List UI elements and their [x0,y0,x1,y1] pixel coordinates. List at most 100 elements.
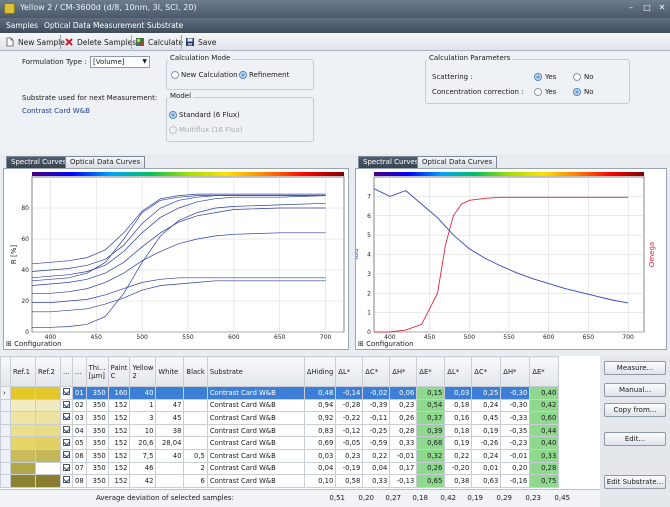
table-row[interactable]: 07 350 152 46 2 Contrast Card W&B 0,04 -0,19 0,0… [0,461,560,476]
delta-hiding-cell: 0,04 [303,461,337,476]
measure-button[interactable]: Measure... [604,361,666,375]
row-indicator[interactable] [0,398,11,413]
row-indicator[interactable] [0,448,11,463]
y-tick-label: 60 [21,236,29,243]
column-header-black[interactable]: Black [183,356,208,387]
spectrum-bar [374,172,644,176]
avg-delta-c-2: 0,29 [496,494,512,502]
save-button[interactable]: Save [183,35,218,49]
ref2-swatch [35,461,61,476]
formulation-type-select[interactable]: [Volume] ▼ [90,56,150,68]
column-header-delta-h-2[interactable]: ΔH* [500,356,531,387]
close-button[interactable]: ✕ [655,2,669,15]
concentration-no-radio[interactable] [573,88,581,96]
delete-samples-label: Delete Samples [77,37,137,47]
row-indicator[interactable] [0,423,11,438]
new-sample-button[interactable]: New Sample [3,35,67,49]
configuration-toggle-left[interactable]: ⊞ Configuration [6,340,62,348]
column-header-id[interactable]: ... [72,356,87,387]
x-tick-label: 600 [228,334,240,339]
reflectance-chart: 400450500550600650700020406080nmR [%] [10,172,345,339]
tab-spectral-curves-right[interactable]: Spectral Curves [358,156,424,168]
column-header-delta-hiding[interactable]: ΔHiding [303,356,337,387]
row-indicator[interactable] [0,474,11,488]
menu-measurement-substrate[interactable]: Measurement Substrate [93,21,183,30]
column-header-delta-e-1[interactable]: ΔE* [416,356,446,387]
row-indicator[interactable]: › [0,386,11,400]
scattering-yes-radio[interactable] [534,73,542,81]
table-row[interactable]: 05 350 152 20,6 28,04 Contrast Card W&B 0,69 -0… [0,436,560,450]
row-indicator[interactable] [0,461,11,476]
menu-optical-data[interactable]: Optical Data [44,21,91,30]
delete-samples-button[interactable]: Delete Samples [62,35,138,49]
calculate-button[interactable]: Calculate [133,35,185,49]
column-header-yellow[interactable]: Yellow 2 [129,356,157,387]
formulation-type-value: [Volume] [93,58,125,66]
column-header-delta-h-1[interactable]: ΔH* [389,356,418,387]
column-header-paint[interactable]: Paint C [107,356,131,387]
column-header-substrate[interactable]: Substrate [206,356,305,387]
y-tick-label: 6 [367,213,371,220]
row-checkbox[interactable] [60,398,73,413]
tab-spectral-curves-left[interactable]: Spectral Curves [6,156,72,168]
column-header-delta-c-2[interactable]: ΔC* [471,356,502,387]
substrate-value-link[interactable]: Contrast Card W&B [22,107,90,115]
table-row[interactable]: 06 350 152 7,5 40 0,5 Contrast Card W&B 0,03 0,2… [0,448,560,463]
samples-table-area: Ref.1 Ref.2 ... ... Thi... [µm] Paint C … [0,356,600,507]
tab-optical-data-curves-left[interactable]: Optical Data Curves [65,156,146,168]
row-checkbox[interactable] [60,461,73,476]
sample-id: 06 [72,448,87,463]
row-indicator[interactable] [0,411,11,425]
refinement-radio[interactable] [239,71,247,79]
column-header-ref2[interactable]: Ref.2 [35,356,61,387]
menu-samples[interactable]: Samples [6,21,38,30]
row-checkbox[interactable] [60,423,73,438]
table-row[interactable]: 08 350 152 42 6 Contrast Card W&B 0,10 0,58 0,33… [0,474,560,488]
substrate-cell: Contrast Card W&B [206,423,305,438]
maximize-button[interactable]: □ [640,2,654,15]
multiflux-model-radio[interactable] [169,126,177,134]
table-row[interactable]: 04 350 152 10 38 Contrast Card W&B 0,83 -0,12 -0… [0,423,560,438]
column-header-delta-l-1[interactable]: ΔL* [335,356,364,387]
tab-optical-data-curves-right[interactable]: Optical Data Curves [417,156,498,168]
minimize-button[interactable]: – [624,2,638,15]
thickness-cell: 350 [85,423,109,438]
standard-model-radio[interactable] [169,111,177,119]
column-header-delta-c-1[interactable]: ΔC* [362,356,391,387]
y-tick-label: 7 [367,193,371,200]
column-header-delta-l-2[interactable]: ΔL* [444,356,473,387]
delta-hiding-cell: 0,03 [303,448,337,463]
y-axis-label-right: Omega [648,242,656,267]
thickness-cell: 350 [85,386,109,400]
concentration-yes-radio[interactable] [534,88,542,96]
table-row[interactable]: 02 350 152 1 47 Contrast Card W&B 0,94 -0,28 -0,… [0,398,560,413]
x-tick-label: 700 [622,334,634,339]
table-row[interactable]: 03 350 152 3 45 Contrast Card W&B 0,92 -0,22 -0,… [0,411,560,425]
delta-l2-cell: 0,18 [444,423,473,438]
configuration-toggle-right[interactable]: ⊞ Configuration [358,340,414,348]
row-checkbox[interactable] [60,411,73,425]
delta-c1-cell: -0,02 [362,386,391,400]
copy-from-button[interactable]: Copy from... [604,403,666,417]
scattering-no-radio[interactable] [573,73,581,81]
column-header-check[interactable]: ... [60,356,73,387]
delta-e1-cell: 0,65 [416,474,446,488]
new-calculation-radio[interactable] [171,71,179,79]
row-checkbox[interactable] [60,474,73,488]
column-header-ref1[interactable]: Ref.1 [10,356,36,387]
avg-delta-l-2: 0,19 [467,494,483,502]
edit-button[interactable]: Edit... [604,432,666,446]
column-header-thickness[interactable]: Thi... [µm] [85,356,109,387]
manual-button[interactable]: Manual... [604,383,666,397]
row-checkbox[interactable] [60,386,73,400]
row-indicator[interactable] [0,436,11,450]
row-checkbox[interactable] [60,436,73,450]
yellow-cell: 40 [129,386,157,400]
table-row[interactable]: › 01 350 160 40 Contrast Card W&B 0,48 -0,14 -0,… [0,386,560,400]
delta-h1-cell: 0,33 [389,436,418,450]
column-header-delta-e-2[interactable]: ΔE* [529,356,560,387]
delta-l1-cell: -0,12 [335,423,364,438]
edit-substrate-button[interactable]: Edit Substrate... [604,475,666,489]
row-checkbox[interactable] [60,448,73,463]
column-header-white[interactable]: White [155,356,185,387]
